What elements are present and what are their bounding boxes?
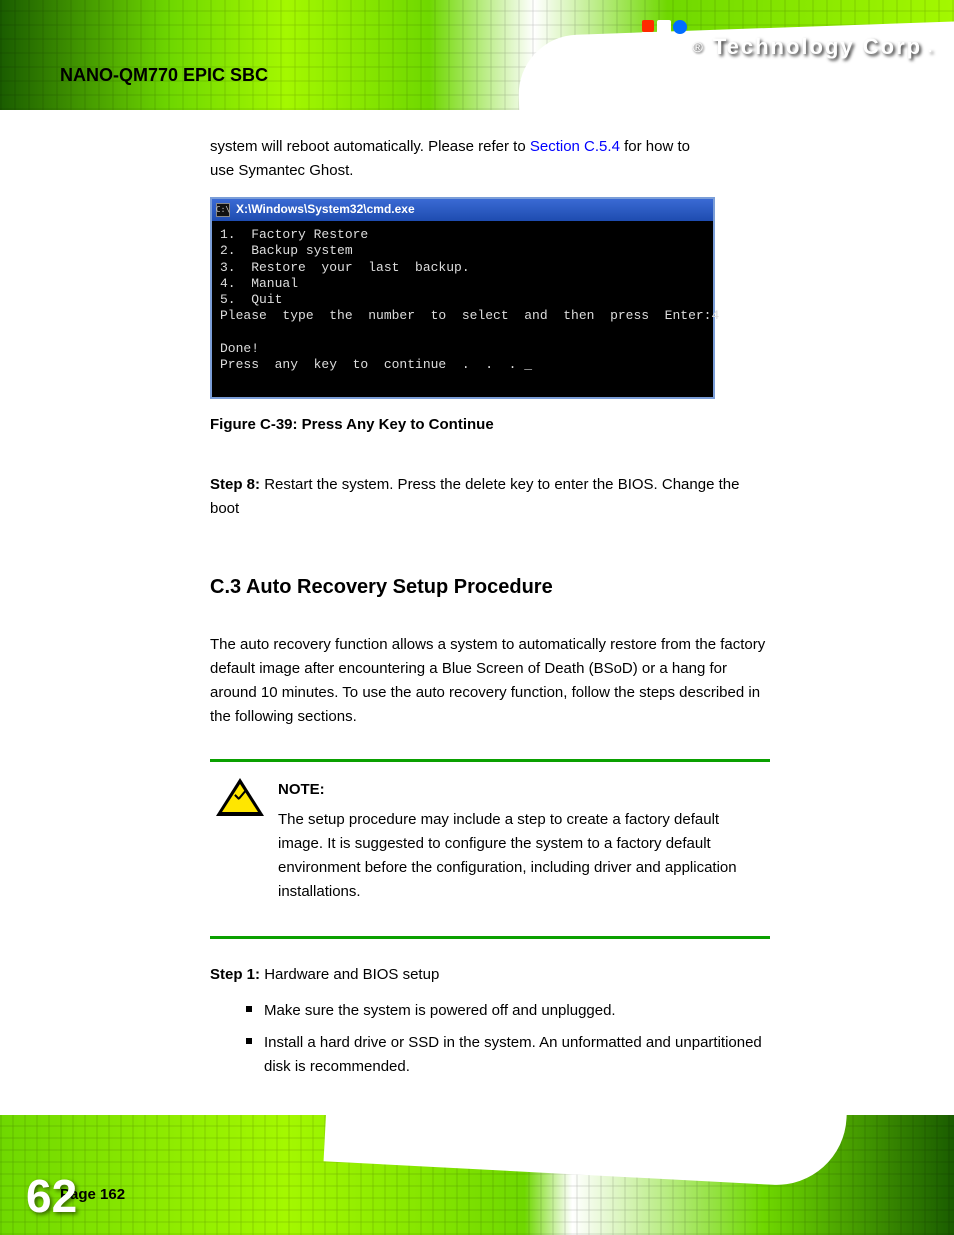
- step-1-label: Step 1:: [210, 966, 260, 983]
- section-body: The auto recovery function allows a syst…: [210, 633, 770, 729]
- footer-decor: [0, 1115, 954, 1235]
- step-8: Step 8: Restart the system. Press the de…: [210, 473, 770, 521]
- section-heading: C.3 Auto Recovery Setup Procedure: [210, 571, 770, 603]
- note-label: NOTE:: [278, 778, 764, 802]
- para1-a: system will reboot automatically. Please…: [210, 138, 530, 155]
- page-badge: 62: [26, 1169, 77, 1223]
- list-item: Install a hard drive or SSD in the syste…: [264, 1031, 770, 1079]
- hardware-bullets: Make sure the system is powered off and …: [210, 999, 770, 1079]
- cmd-window-icon: C:\: [216, 203, 230, 217]
- header-decor: ® Technology Corp .: [0, 0, 954, 110]
- brand-dot: .: [928, 39, 934, 55]
- note-callout: NOTE: The setup procedure may include a …: [210, 759, 770, 939]
- list-item: Make sure the system is powered off and …: [264, 999, 770, 1023]
- step-8-text: Restart the system. Press the delete key…: [210, 476, 739, 517]
- cmd-window: C:\ X:\Windows\System32\cmd.exe 1. Facto…: [210, 197, 715, 399]
- footer-swoosh: [324, 1115, 857, 1188]
- hw-intro-text: Hardware and BIOS setup: [264, 966, 439, 983]
- hardware-list-block: Step 1: Hardware and BIOS setup Make sur…: [210, 963, 770, 1079]
- cmd-body-text: 1. Factory Restore 2. Backup system 3. R…: [212, 221, 713, 397]
- figure-caption: Figure C-39: Press Any Key to Continue: [210, 413, 770, 437]
- step-1: Step 1: Hardware and BIOS setup: [210, 963, 770, 987]
- note-triangle-icon: [216, 778, 264, 818]
- cmd-titlebar: C:\ X:\Windows\System32\cmd.exe: [212, 199, 713, 221]
- cmd-window-title: X:\Windows\System32\cmd.exe: [236, 200, 415, 219]
- note-text: The setup procedure may include a step t…: [278, 811, 737, 900]
- iei-logo-icon: [641, 20, 687, 74]
- para1-line2: use Symantec Ghost.: [210, 162, 353, 179]
- section-ref-link[interactable]: Section C.5.4: [530, 138, 620, 155]
- page-title: NANO-QM770 EPIC SBC: [60, 65, 268, 86]
- registered-mark: ®: [693, 39, 703, 55]
- brand-logo: ® Technology Corp .: [641, 20, 934, 74]
- para1-b: for how to: [624, 138, 690, 155]
- note-content: NOTE: The setup procedure may include a …: [278, 778, 764, 904]
- main-content: system will reboot automatically. Please…: [210, 135, 770, 1087]
- step-8-label: Step 8:: [210, 476, 264, 493]
- brand-name: Technology Corp: [713, 34, 922, 60]
- continuation-paragraph: system will reboot automatically. Please…: [210, 135, 770, 183]
